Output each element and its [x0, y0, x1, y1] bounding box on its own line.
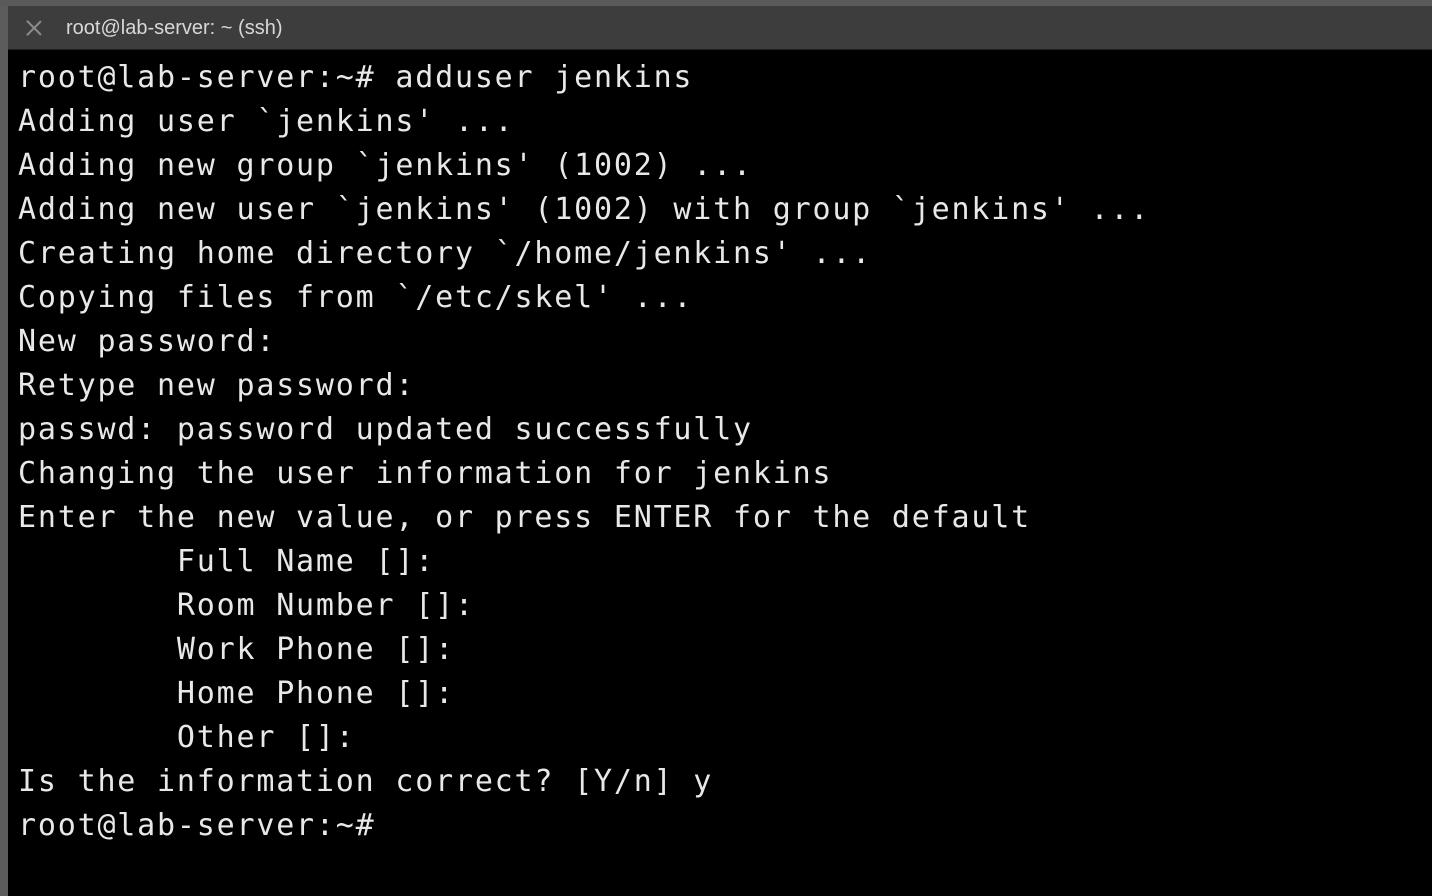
terminal-window: root@lab-server: ~ (ssh) root@lab-server… — [0, 6, 1432, 896]
terminal-line: Retype new password: — [18, 368, 416, 403]
terminal-line: Adding user `jenkins' ... — [18, 104, 515, 139]
terminal-line: Enter the new value, or press ENTER for … — [18, 500, 1031, 535]
terminal-line: Full Name []: — [18, 544, 436, 579]
terminal-line: passwd: password updated successfully — [18, 412, 753, 447]
close-icon[interactable] — [24, 18, 44, 38]
terminal-line: Creating home directory `/home/jenkins' … — [18, 236, 873, 271]
terminal-prompt[interactable]: root@lab-server:~# — [18, 804, 376, 848]
terminal-line: Adding new group `jenkins' (1002) ... — [18, 148, 753, 183]
terminal-line: Room Number []: — [18, 588, 475, 623]
terminal-line: root@lab-server:~# adduser jenkins — [18, 60, 694, 95]
tab-bar: root@lab-server: ~ (ssh) — [8, 6, 1432, 50]
terminal-line: Changing the user information for jenkin… — [18, 456, 833, 491]
tab-title[interactable]: root@lab-server: ~ (ssh) — [66, 17, 282, 40]
terminal-line: New password: — [18, 324, 277, 359]
terminal-line: Copying files from `/etc/skel' ... — [18, 280, 694, 315]
terminal-output[interactable]: root@lab-server:~# adduser jenkins Addin… — [8, 56, 1432, 896]
terminal-line: Is the information correct? [Y/n] y — [18, 764, 714, 799]
terminal-line: Adding new user `jenkins' (1002) with gr… — [18, 192, 1151, 227]
window-left-edge — [0, 6, 8, 896]
terminal-line: Other []: — [18, 720, 356, 755]
terminal-line: Home Phone []: — [18, 676, 455, 711]
terminal-line: Work Phone []: — [18, 632, 455, 667]
